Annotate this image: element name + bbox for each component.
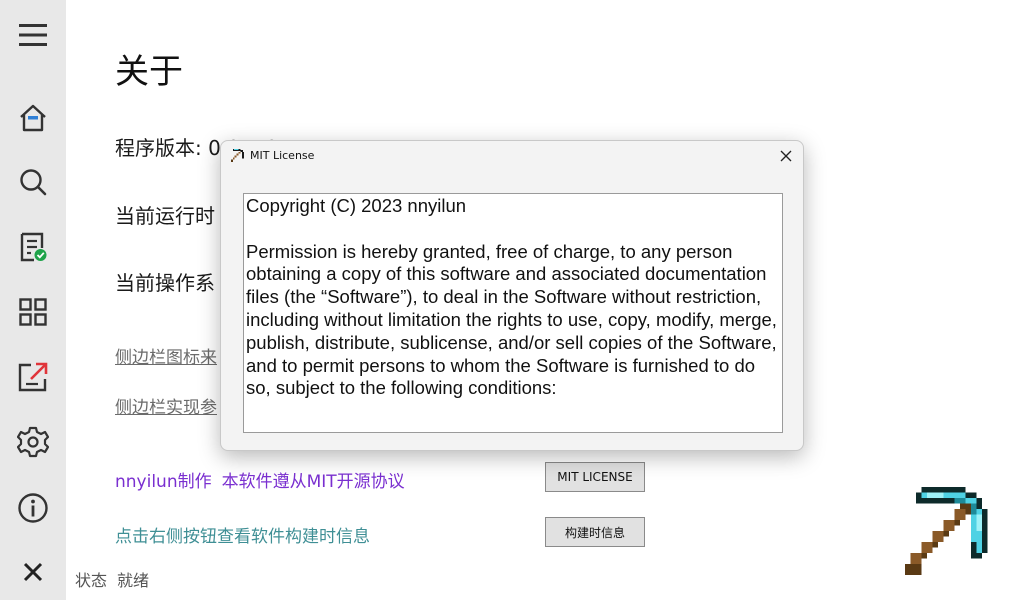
runtime-text: 当前运行时 <box>115 204 215 228</box>
sidebar-item-apps[interactable] <box>0 284 66 340</box>
sidebar-menu-button[interactable] <box>0 7 66 63</box>
close-icon <box>780 150 792 162</box>
status-bar: 状态 就绪 <box>75 567 149 591</box>
document-check-icon <box>20 232 47 262</box>
author-text: nnyilun制作 <box>115 472 212 492</box>
license-note-text: 本软件遵从MIT开源协议 <box>221 472 405 492</box>
dialog-title: MIT License <box>250 149 315 162</box>
status-label: 状态 <box>75 571 108 590</box>
os-text: 当前操作系 <box>115 271 215 295</box>
home-icon <box>20 104 46 132</box>
sidebar <box>0 0 66 600</box>
sidebar-close-button[interactable] <box>0 544 66 600</box>
sidebar-item-home[interactable] <box>0 90 66 146</box>
info-icon <box>18 493 48 523</box>
build-info-button[interactable]: 构建时信息 <box>545 517 645 547</box>
sidebar-implementation-link[interactable]: 侧边栏实现参 <box>115 393 217 418</box>
status-value: 就绪 <box>117 571 150 590</box>
sidebar-item-search[interactable] <box>0 154 66 210</box>
export-icon <box>18 362 48 392</box>
sidebar-icons-source-link[interactable]: 侧边栏图标来 <box>115 343 217 368</box>
grid-icon <box>19 298 47 326</box>
sidebar-item-export[interactable] <box>0 349 66 405</box>
pickaxe-icon <box>230 148 245 163</box>
gear-icon <box>17 426 49 458</box>
sidebar-item-settings[interactable] <box>0 414 66 470</box>
sidebar-item-tasks[interactable] <box>0 219 66 275</box>
search-icon <box>20 169 47 196</box>
dialog-close-button[interactable] <box>775 145 797 167</box>
license-dialog: MIT License Copyright (C) 2023 nnyilun P… <box>220 140 804 451</box>
license-text-area[interactable]: Copyright (C) 2023 nnyilun Permission is… <box>243 193 783 433</box>
app-window: 关于 程序版本: 0.0.1.0 当前运行时 当前操作系 侧边栏图标来 侧边栏实… <box>0 0 1024 600</box>
mit-license-button[interactable]: MIT LICENSE <box>545 462 645 492</box>
build-info-hint: 点击右侧按钮查看软件构建时信息 <box>115 527 370 547</box>
dialog-titlebar[interactable]: MIT License <box>221 141 803 172</box>
hamburger-menu-icon <box>19 24 47 46</box>
page-title: 关于 <box>115 52 183 92</box>
close-icon <box>23 562 43 582</box>
credits-line: nnyilun制作 本软件遵从MIT开源协议 <box>115 467 415 492</box>
pickaxe-icon <box>905 487 988 575</box>
sidebar-item-about[interactable] <box>0 480 66 536</box>
